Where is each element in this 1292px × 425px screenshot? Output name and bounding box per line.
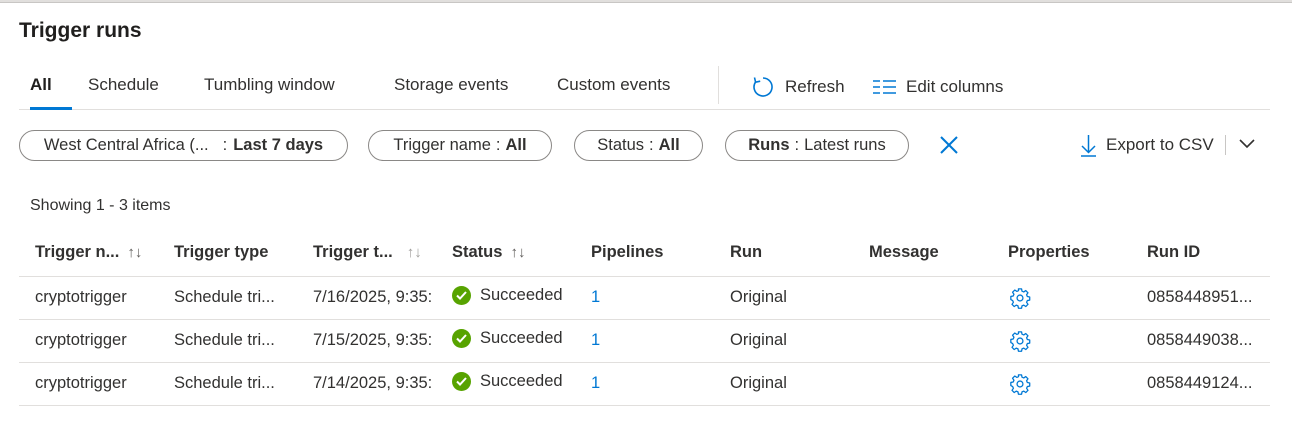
- runs-filter-value: Latest runs: [804, 136, 886, 154]
- active-tab-indicator: [30, 107, 72, 110]
- col-trigger-type-label: Trigger type: [174, 243, 269, 261]
- tab-tumbling-window[interactable]: Tumbling window: [204, 75, 335, 95]
- cell-pipelines-link[interactable]: 1: [591, 331, 600, 350]
- export-csv-button[interactable]: Export to CSV: [1080, 133, 1214, 157]
- gear-icon[interactable]: [1009, 330, 1031, 357]
- cell-run-id: 0858449038...: [1147, 331, 1253, 349]
- top-border: [0, 0, 1292, 3]
- status-filter-value: All: [658, 136, 680, 154]
- edit-columns-button[interactable]: Edit columns: [873, 74, 1003, 100]
- cell-status: Succeeded: [452, 372, 563, 391]
- cell-trigger-type: Schedule tri...: [174, 374, 275, 392]
- trigger-name-filter-sep: :: [495, 136, 501, 154]
- region-time-filter[interactable]: West Central Africa (... : Last 7 days: [19, 130, 348, 161]
- checkmark-circle-icon: [452, 286, 471, 305]
- col-message-label: Message: [869, 243, 939, 261]
- cell-run-id: 0858449124...: [1147, 374, 1253, 392]
- col-run-label: Run: [730, 243, 763, 261]
- region-filter-sep: :: [222, 136, 228, 154]
- checkmark-circle-icon: [452, 372, 471, 391]
- status-filter[interactable]: Status : All: [574, 130, 703, 161]
- col-pipelines-label: Pipelines: [591, 243, 664, 261]
- trigger-name-filter[interactable]: Trigger name : All: [368, 130, 552, 161]
- cell-trigger-type: Schedule tri...: [174, 331, 275, 349]
- item-count: Showing 1 - 3 items: [30, 197, 171, 214]
- clear-filters-close-icon[interactable]: [937, 133, 961, 157]
- table-header: Trigger n... ↑↓ Trigger type Trigger t..…: [19, 232, 1270, 277]
- col-properties[interactable]: Properties: [1008, 243, 1090, 262]
- chevron-down-icon[interactable]: [1238, 136, 1256, 152]
- col-status[interactable]: Status ↑↓: [452, 243, 525, 262]
- col-properties-label: Properties: [1008, 243, 1090, 261]
- col-pipelines[interactable]: Pipelines: [591, 243, 663, 262]
- runs-filter-label: Runs: [748, 136, 790, 154]
- gear-icon[interactable]: [1009, 373, 1031, 400]
- status-text: Succeeded: [480, 372, 563, 390]
- col-trigger-name-label: Trigger n...: [35, 243, 120, 261]
- cell-trigger-time: 7/15/2025, 9:35:: [313, 331, 433, 349]
- region-filter-value: Last 7 days: [233, 136, 324, 154]
- trigger-name-filter-value: All: [505, 136, 527, 154]
- download-icon: [1081, 134, 1096, 157]
- col-trigger-type[interactable]: Trigger type: [174, 243, 268, 262]
- refresh-icon: [753, 77, 773, 97]
- tab-schedule[interactable]: Schedule: [88, 75, 159, 95]
- sort-icon[interactable]: ↑↓: [407, 244, 422, 261]
- tab-bar: All Schedule Tumbling window Storage eve…: [19, 66, 1270, 110]
- region-filter-label: West Central Africa (...: [43, 136, 209, 154]
- col-trigger-name[interactable]: Trigger n... ↑↓: [35, 243, 142, 262]
- tab-custom-events[interactable]: Custom events: [557, 75, 670, 95]
- edit-columns-icon: [873, 80, 896, 94]
- status-text: Succeeded: [480, 286, 563, 304]
- cell-trigger-time: 7/14/2025, 9:35:: [313, 374, 433, 392]
- edit-columns-label: Edit columns: [906, 77, 1004, 96]
- cell-run: Original: [730, 374, 787, 392]
- col-trigger-time-label: Trigger t...: [313, 243, 393, 261]
- runs-filter-sep: :: [794, 136, 800, 154]
- cell-pipelines-link[interactable]: 1: [591, 288, 600, 307]
- tab-divider: [718, 66, 719, 104]
- sort-icon[interactable]: ↑↓: [510, 244, 525, 261]
- cell-run: Original: [730, 288, 787, 306]
- runs-filter[interactable]: Runs : Latest runs: [725, 130, 909, 161]
- table-row[interactable]: cryptotrigger Schedule tri... 7/15/2025,…: [19, 320, 1270, 363]
- sort-icon[interactable]: ↑↓: [127, 244, 142, 261]
- table-row[interactable]: cryptotrigger Schedule tri... 7/14/2025,…: [19, 363, 1270, 406]
- col-run-id[interactable]: Run ID: [1147, 243, 1200, 262]
- refresh-label: Refresh: [785, 77, 845, 96]
- col-trigger-time[interactable]: Trigger t... ↑↓: [313, 243, 422, 262]
- status-filter-sep: :: [649, 136, 654, 154]
- export-separator: [1225, 135, 1226, 155]
- cell-trigger-name: cryptotrigger: [35, 288, 127, 306]
- cell-trigger-time: 7/16/2025, 9:35:: [313, 288, 433, 306]
- cell-pipelines-link[interactable]: 1: [591, 374, 600, 393]
- col-status-label: Status: [452, 243, 503, 261]
- trigger-runs-table: Trigger n... ↑↓ Trigger type Trigger t..…: [19, 232, 1270, 406]
- page-title: Trigger runs: [19, 19, 142, 42]
- gear-icon[interactable]: [1009, 287, 1031, 314]
- cell-run: Original: [730, 331, 787, 349]
- cell-run-id: 0858448951...: [1147, 288, 1253, 306]
- status-text: Succeeded: [480, 329, 563, 347]
- cell-status: Succeeded: [452, 329, 563, 348]
- refresh-button[interactable]: Refresh: [751, 74, 845, 100]
- tab-storage-events[interactable]: Storage events: [394, 75, 508, 95]
- trigger-name-filter-label: Trigger name: [393, 136, 491, 154]
- cell-trigger-name: cryptotrigger: [35, 331, 127, 349]
- cell-status: Succeeded: [452, 286, 563, 305]
- cell-trigger-name: cryptotrigger: [35, 374, 127, 392]
- cell-trigger-type: Schedule tri...: [174, 288, 275, 306]
- col-message[interactable]: Message: [869, 243, 939, 262]
- status-filter-label: Status: [597, 136, 645, 154]
- export-csv-label: Export to CSV: [1106, 135, 1214, 154]
- table-row[interactable]: cryptotrigger Schedule tri... 7/16/2025,…: [19, 277, 1270, 320]
- tab-all[interactable]: All: [30, 75, 52, 95]
- col-run[interactable]: Run: [730, 243, 762, 262]
- checkmark-circle-icon: [452, 329, 471, 348]
- col-run-id-label: Run ID: [1147, 243, 1201, 261]
